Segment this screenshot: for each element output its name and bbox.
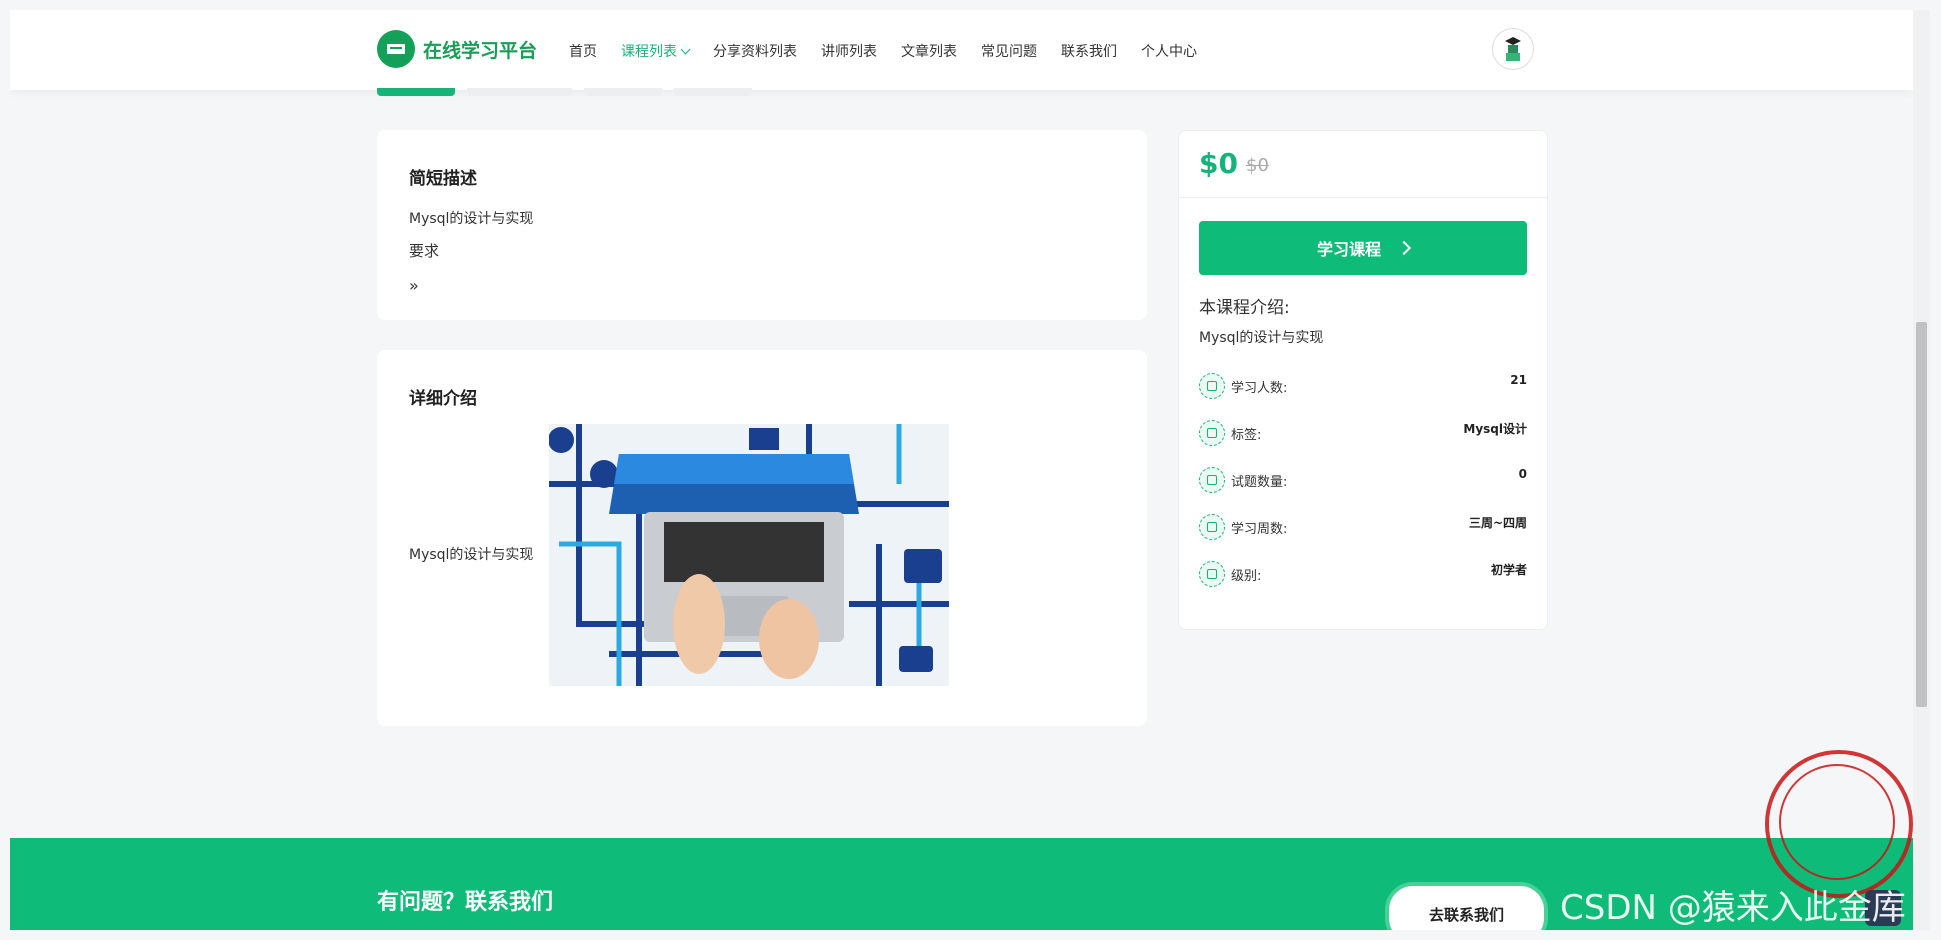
main-nav: 首页 课程列表 分享资料列表 讲师列表 文章列表 常见问题 联系我们 个人中心	[569, 41, 1221, 61]
info-row-level: 级别: 初学者	[1199, 561, 1527, 589]
info-value: 三周~四周	[1468, 516, 1527, 530]
short-description-text: Mysql的设计与实现	[409, 211, 534, 227]
detail-text: Mysql的设计与实现	[409, 547, 534, 563]
csdn-watermark: CSDN @猿来入此金库	[1560, 888, 1906, 928]
pricing-panel: $0 $0 学习课程 本课程介绍: Mysql的设计与实现 学习人数: 21 标…	[1178, 130, 1548, 630]
tab-stub[interactable]	[674, 88, 752, 96]
info-label: 标签:	[1231, 428, 1262, 443]
lock-icon	[1199, 561, 1225, 587]
info-label: 学习周数:	[1231, 522, 1288, 537]
info-row-questions: 试题数量: 0	[1199, 467, 1527, 495]
learn-course-button[interactable]: 学习课程	[1199, 221, 1527, 275]
info-value: 0	[1518, 467, 1527, 481]
detail-card: 详细介绍 Mysql的设计与实现	[377, 350, 1147, 726]
info-label: 学习人数:	[1231, 381, 1288, 396]
footer-title: 有问题？联系我们	[377, 890, 554, 915]
info-row-tags: 标签: Mysql设计	[1199, 420, 1527, 448]
info-row-weeks: 学习周数: 三周~四周	[1199, 514, 1527, 542]
nav-home[interactable]: 首页	[569, 41, 597, 61]
info-label: 试题数量:	[1231, 475, 1288, 490]
course-image	[549, 424, 949, 686]
info-row-students: 学习人数: 21	[1199, 373, 1527, 401]
chevron-down-icon	[680, 44, 691, 55]
short-description-title: 简短描述	[409, 169, 477, 189]
logo-text: 在线学习平台	[423, 39, 538, 62]
tab-stub-active[interactable]	[377, 88, 455, 96]
info-value: 21	[1510, 373, 1527, 387]
top-header: 在线学习平台 首页 课程列表 分享资料列表 讲师列表 文章列表 常见问题 联系我…	[10, 10, 1913, 90]
nav-course-list[interactable]: 课程列表	[621, 41, 691, 61]
detail-title: 详细介绍	[409, 389, 477, 409]
user-avatar[interactable]	[1492, 28, 1534, 70]
seal-inner-ring	[1779, 764, 1895, 880]
clock-icon	[1199, 514, 1225, 540]
nav-course-list-label: 课程列表	[621, 44, 677, 60]
course-intro-title: 本课程介绍:	[1199, 298, 1290, 318]
nav-user-center[interactable]: 个人中心	[1141, 41, 1197, 61]
short-description-card: 简短描述 Mysql的设计与实现 要求 »	[377, 130, 1147, 320]
nav-shared-materials[interactable]: 分享资料列表	[713, 41, 797, 61]
learn-course-label: 学习课程	[1316, 240, 1381, 259]
info-label: 级别:	[1231, 569, 1262, 584]
divider	[1179, 197, 1547, 198]
user-icon	[1199, 373, 1225, 399]
nav-contact[interactable]: 联系我们	[1061, 41, 1117, 61]
scrollbar[interactable]	[1913, 10, 1930, 930]
tab-stub[interactable]	[467, 88, 572, 96]
nav-faq[interactable]: 常见问题	[981, 41, 1037, 61]
old-price: $0	[1246, 155, 1269, 176]
nav-teachers[interactable]: 讲师列表	[821, 41, 877, 61]
graduation-cap-icon	[377, 30, 415, 68]
chevron-right-icon	[1396, 240, 1412, 256]
gauge-icon	[1199, 467, 1225, 493]
contact-us-button[interactable]: 去联系我们	[1385, 882, 1548, 930]
section-tabs	[377, 88, 752, 96]
page: 在线学习平台 首页 课程列表 分享资料列表 讲师列表 文章列表 常见问题 联系我…	[10, 10, 1913, 930]
requirements-label: 要求	[409, 242, 440, 260]
info-value: 初学者	[1490, 563, 1527, 577]
nav-articles[interactable]: 文章列表	[901, 41, 957, 61]
course-intro-text: Mysql的设计与实现	[1199, 330, 1324, 346]
site-logo[interactable]: 在线学习平台	[377, 30, 537, 68]
scroll-thumb[interactable]	[1916, 322, 1927, 707]
info-value: Mysql设计	[1463, 422, 1527, 436]
tab-stub[interactable]	[584, 88, 662, 96]
red-seal-stamp	[1765, 750, 1913, 898]
price: $0	[1199, 147, 1238, 180]
tag-icon	[1199, 420, 1225, 446]
expand-more-icon[interactable]: »	[409, 276, 419, 295]
